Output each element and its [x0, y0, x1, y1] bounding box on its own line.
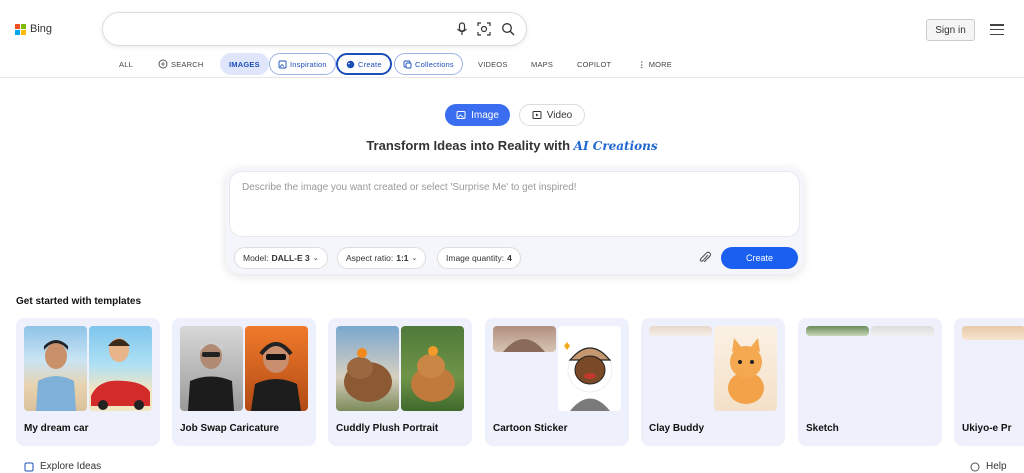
prompt-panel: Describe the image you want created or s… [226, 168, 803, 274]
page-heading: Transform Ideas into Reality with AI Cre… [0, 138, 1024, 153]
template-card-cartoon-sticker[interactable]: Cartoon Sticker [485, 318, 629, 446]
template-photo [180, 326, 243, 411]
tab-create[interactable]: Create [336, 53, 392, 75]
sign-in-button[interactable]: Sign in [926, 19, 975, 41]
tab-copilot[interactable]: COPILOT [577, 53, 611, 75]
tab-videos-label: VIDEOS [478, 59, 508, 69]
template-card-label: Job Swap Caricature [180, 423, 279, 434]
tab-more[interactable]: ⋮ MORE [638, 53, 672, 75]
explore-ideas[interactable]: Explore Ideas [24, 461, 101, 472]
video-toggle-button[interactable]: Video [519, 104, 585, 126]
create-button[interactable]: Create [721, 247, 798, 269]
microsoft-logo-icon [15, 23, 26, 35]
tab-images[interactable]: IMAGES [220, 53, 269, 75]
search-box[interactable] [103, 13, 526, 45]
template-card-ukiyo-e[interactable]: Ukiyo-e Pr [954, 318, 1024, 446]
tab-create-label: Create [358, 59, 382, 69]
prompt-placeholder: Describe the image you want created or s… [242, 182, 577, 193]
prompt-input[interactable]: Describe the image you want created or s… [230, 172, 799, 236]
tab-maps-label: MAPS [531, 59, 554, 69]
aspect-label: Aspect ratio: [346, 253, 394, 263]
tab-videos[interactable]: VIDEOS [478, 53, 508, 75]
tab-search-label: SEARCH [171, 59, 204, 69]
template-photo [336, 326, 399, 411]
aspect-value: 1:1 [396, 253, 409, 263]
template-photo [493, 326, 556, 352]
create-palette-icon [346, 60, 355, 68]
paperclip-icon[interactable] [698, 251, 712, 265]
image-quantity-select[interactable]: Image quantity: 4 [437, 247, 521, 269]
template-card-label: Cartoon Sticker [493, 423, 568, 434]
template-card-label: Clay Buddy [649, 423, 705, 434]
heading-main: Transform Ideas into Reality with [366, 138, 571, 153]
more-dots-icon: ⋮ [638, 59, 646, 69]
explore-ideas-label: Explore Ideas [40, 461, 102, 472]
quantity-label: Image quantity: [446, 253, 505, 263]
tab-images-label: IMAGES [229, 59, 260, 69]
tab-inspiration-label: Inspiration [290, 59, 327, 69]
search-input[interactable] [119, 21, 439, 37]
nav-bar: ALL SEARCH IMAGES Inspiration Create Col… [0, 53, 1024, 75]
templates-title: Get started with templates [16, 296, 142, 307]
heading-accent: AI Creations [573, 139, 658, 153]
template-card-label: Ukiyo-e Pr [962, 423, 1012, 434]
explore-icon [24, 462, 34, 471]
template-photo [962, 326, 1024, 340]
template-card-job-swap[interactable]: Job Swap Caricature [172, 318, 316, 446]
tab-maps[interactable]: MAPS [531, 53, 553, 75]
tab-all[interactable]: ALL [119, 53, 133, 75]
template-sketch [871, 326, 934, 336]
template-cartoon [558, 326, 621, 411]
template-card-sketch[interactable]: Sketch [798, 318, 942, 446]
tab-collections[interactable]: Collections [394, 53, 463, 75]
tab-all-label: ALL [119, 59, 133, 69]
image-icon [456, 111, 466, 119]
menu-icon[interactable] [990, 24, 1004, 36]
tab-inspiration[interactable]: Inspiration [269, 53, 336, 75]
tab-copilot-label: COPILOT [577, 59, 612, 69]
template-cartoon [714, 326, 777, 411]
microphone-icon[interactable] [455, 22, 469, 36]
model-label: Model: [243, 253, 269, 263]
copilot-search-icon [158, 59, 168, 69]
template-photo [806, 326, 869, 336]
model-value: DALL-E 3 [271, 253, 310, 263]
template-card-label: Sketch [806, 423, 839, 434]
image-toggle-button[interactable]: Image [445, 104, 510, 126]
template-card-clay-buddy[interactable]: Clay Buddy [641, 318, 785, 446]
bing-logo[interactable]: Bing [15, 23, 52, 35]
visual-search-icon[interactable] [477, 22, 491, 36]
template-card-cuddly-plush[interactable]: Cuddly Plush Portrait [328, 318, 472, 446]
tab-more-label: MORE [648, 59, 673, 69]
template-card-label: My dream car [24, 423, 89, 434]
template-cartoon [245, 326, 308, 411]
help-label: Help [986, 461, 1007, 472]
model-select[interactable]: Model: DALL-E 3 ⌄ [234, 247, 328, 269]
header: Bing Sign in ALL SEARCH IMAGES Inspirati… [0, 0, 1024, 78]
template-card-label: Cuddly Plush Portrait [336, 423, 439, 434]
quantity-value: 4 [507, 253, 512, 263]
template-photo [24, 326, 87, 411]
inspiration-icon [278, 60, 287, 68]
tab-search[interactable]: SEARCH [158, 53, 203, 75]
help-link[interactable]: Help [970, 461, 1007, 472]
aspect-ratio-select[interactable]: Aspect ratio: 1:1 ⌄ [337, 247, 427, 269]
template-photo [649, 326, 712, 336]
video-icon [532, 111, 542, 119]
template-cartoon [401, 326, 464, 411]
collections-icon [403, 60, 412, 68]
video-toggle-label: Video [546, 109, 573, 121]
template-card-dream-car[interactable]: My dream car [16, 318, 160, 446]
image-toggle-label: Image [471, 109, 499, 121]
tab-collections-label: Collections [415, 59, 454, 69]
chevron-down-icon: ⌄ [411, 255, 418, 262]
search-icon[interactable] [501, 22, 515, 36]
help-icon [970, 462, 980, 471]
template-cartoon [89, 326, 152, 411]
chevron-down-icon: ⌄ [312, 255, 319, 262]
brand-name: Bing [30, 23, 53, 35]
